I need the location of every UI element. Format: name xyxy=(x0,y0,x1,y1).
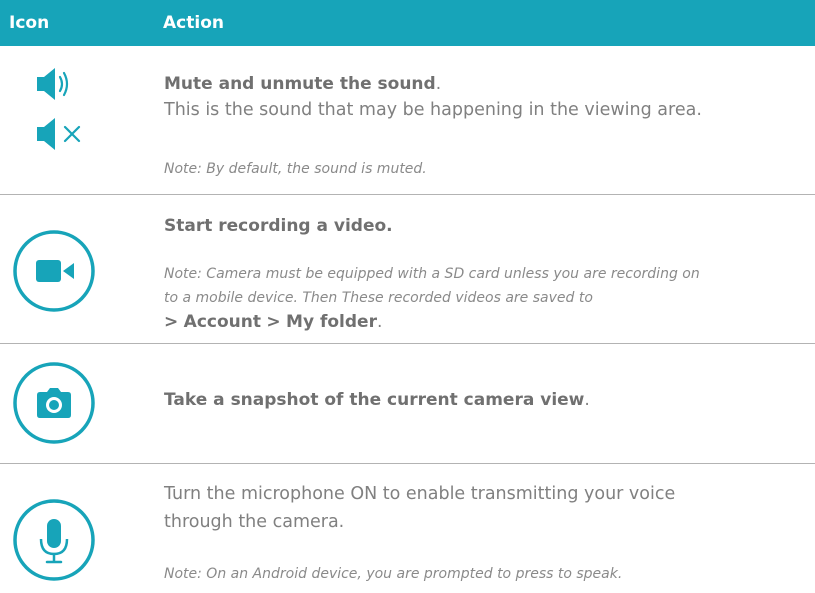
row-title: Take a snapshot of the current camera vi… xyxy=(164,390,585,410)
row-divider xyxy=(0,194,815,195)
row-divider xyxy=(0,343,815,344)
row-description: This is the sound that may be happening … xyxy=(164,100,702,120)
microphone-button[interactable] xyxy=(12,498,96,582)
speaker-muted-icon xyxy=(37,118,81,150)
folder-path: > Account > My folder. xyxy=(164,312,383,332)
row-title: Start recording a video. xyxy=(164,216,393,236)
row-title: Mute and unmute the sound xyxy=(164,74,436,94)
row-note: Note: On an Android device, you are prom… xyxy=(164,566,623,582)
table-header: Icon Action xyxy=(0,0,815,46)
path-account: Account xyxy=(183,312,261,332)
snapshot-button[interactable] xyxy=(12,361,96,445)
row-divider xyxy=(0,463,815,464)
path-my-folder: My folder xyxy=(286,312,377,332)
speaker-on-icon xyxy=(37,68,69,100)
icon-column-header: Icon xyxy=(9,13,50,33)
record-video-button[interactable] xyxy=(12,229,96,313)
row-description: Turn the microphone ON to enable transmi… xyxy=(164,484,676,504)
action-column-header: Action xyxy=(163,13,224,33)
camera-icon xyxy=(37,388,71,418)
row-note: Note: By default, the sound is muted. xyxy=(164,161,427,177)
row-note: Note: Camera must be equipped with a SD … xyxy=(164,266,700,282)
row-description-continued: through the camera. xyxy=(164,512,345,532)
row-note-continued: to a mobile device. Then These recorded … xyxy=(164,290,593,306)
